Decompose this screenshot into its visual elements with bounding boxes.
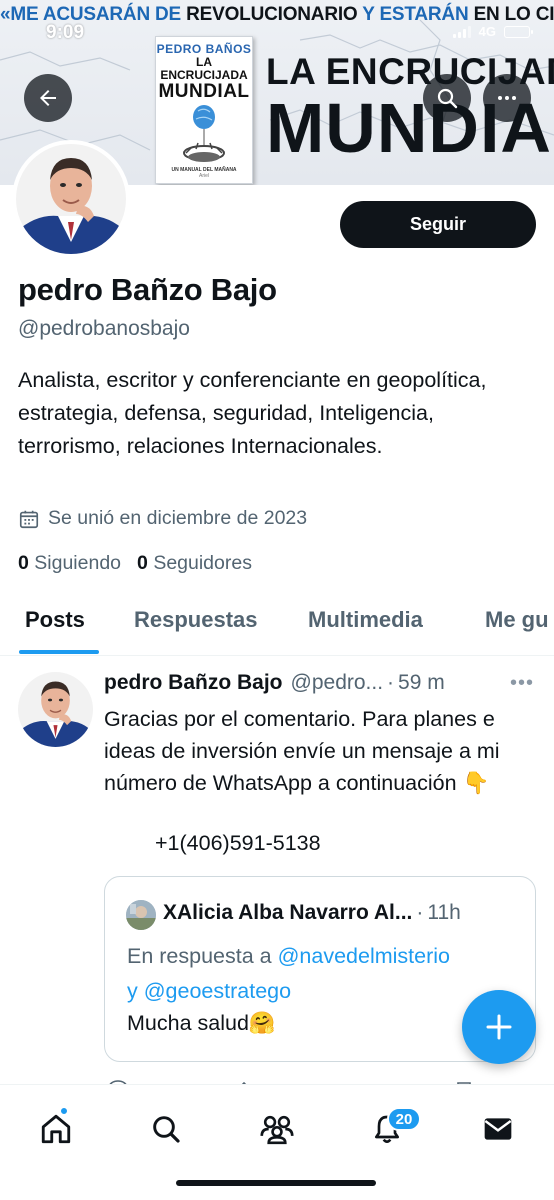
messages-icon (484, 1118, 512, 1140)
tab-posts[interactable]: Posts (25, 607, 85, 633)
home-unread-dot (60, 1107, 68, 1115)
post-separator: · (387, 671, 395, 694)
status-time: 9:09 (46, 22, 85, 43)
quoted-post-text: Mucha salud🤗 (127, 1011, 276, 1035)
quote-text-part: EN LO CIERTO (473, 4, 554, 25)
quoted-post-header: XAlicia Alba Navarro Al... · 11h (163, 901, 461, 925)
join-date: Se unió en diciembre de 2023 (18, 507, 307, 530)
reply-and: y (127, 979, 144, 1003)
quoted-post-avatar (126, 900, 156, 930)
following-link[interactable]: 0 Siguiendo (18, 552, 121, 575)
book-author: PEDRO BAÑOS (156, 42, 252, 56)
back-button[interactable] (24, 74, 72, 122)
home-indicator (176, 1180, 376, 1186)
post-avatar[interactable] (18, 672, 93, 747)
nav-notifications[interactable]: 20 (357, 1099, 421, 1159)
profile-display-name: pedro Bañzo Bajo (18, 272, 277, 307)
book-publisher: Ariel (198, 173, 209, 179)
post-text: Gracias por el comentario. Para planes e… (104, 707, 500, 795)
nav-home[interactable] (26, 1099, 86, 1159)
following-label: Siguiendo (34, 552, 122, 574)
post-timestamp[interactable]: 59 m (398, 671, 445, 695)
mention-link[interactable]: @geoestratego (144, 979, 291, 1003)
post-more-button[interactable]: ••• (510, 672, 534, 695)
book-cover: PEDRO BAÑOS LA ENCRUCIJADA MUNDIAL UN MA… (155, 36, 253, 184)
signal-icon (452, 25, 471, 38)
quote-text-part: REVOLUCIONARIO (186, 4, 358, 25)
quoted-reply-context: En respuesta a @navedelmisterio y @geoes… (127, 939, 527, 1009)
calendar-icon (19, 510, 39, 528)
active-tab-indicator (19, 650, 99, 654)
tab-likes[interactable]: Me gu (485, 607, 549, 633)
tab-media[interactable]: Multimedia (308, 607, 423, 633)
tab-replies[interactable]: Respuestas (134, 607, 258, 633)
book-title-line2: MUNDIAL (158, 81, 250, 102)
quote-text-part: Y ESTARÁN (357, 4, 474, 25)
quoted-timestamp: 11h (427, 901, 461, 924)
status-indicators: 4G (452, 24, 533, 39)
globe-balloon-art (183, 105, 225, 162)
profile-bio: Analista, escritor y conferenciante en g… (18, 368, 487, 458)
compose-post-button[interactable] (462, 990, 536, 1064)
nav-messages[interactable] (468, 1099, 528, 1159)
arrow-left-icon (40, 90, 56, 106)
avatar-image (16, 144, 126, 254)
following-count: 0 (18, 552, 29, 574)
plus-icon (486, 1014, 512, 1040)
post-author-name[interactable]: pedro Bañzo Bajo (104, 671, 283, 695)
avatar-image (18, 672, 93, 747)
nav-search[interactable] (136, 1099, 196, 1159)
followers-label: Seguidores (153, 552, 252, 574)
search-button[interactable] (423, 74, 471, 122)
battery-icon (504, 25, 533, 38)
nav-communities[interactable] (247, 1099, 307, 1159)
communities-icon (260, 1115, 294, 1145)
followers-link[interactable]: 0 Seguidores (137, 552, 252, 575)
quote-text-part: «ME ACUSARÁN DE (0, 4, 187, 25)
profile-tabs: Posts Respuestas Multimedia Me gu (0, 594, 554, 656)
network-label: 4G (478, 24, 496, 39)
avatar-image (126, 900, 156, 930)
reply-prefix: En respuesta a (127, 944, 278, 968)
quoted-separator: · (416, 901, 424, 924)
book-title-line1: LA ENCRUCIJADA (160, 55, 248, 82)
more-horizontal-icon (498, 96, 516, 100)
post-phone-number: +1(406)591-5138 (155, 831, 321, 855)
home-icon (41, 1114, 71, 1144)
quoted-author-name: XAlicia Alba Navarro Al... (163, 901, 413, 924)
profile-handle: @pedrobanosbajo (18, 317, 190, 340)
follow-button[interactable]: Seguir (340, 201, 536, 248)
mention-link[interactable]: @navedelmisterio (278, 944, 450, 968)
more-options-button[interactable] (483, 74, 531, 122)
notifications-badge: 20 (387, 1107, 421, 1131)
follow-stats: 0 Siguiendo 0 Seguidores (18, 552, 252, 575)
join-date-text: Se unió en diciembre de 2023 (48, 507, 308, 529)
post-header: pedro Bañzo Bajo @pedro... · 59 m (104, 671, 534, 695)
profile-avatar[interactable] (12, 140, 130, 258)
search-icon (437, 88, 458, 109)
followers-count: 0 (137, 552, 148, 574)
search-icon (153, 1116, 180, 1143)
post-author-handle[interactable]: @pedro... (291, 671, 384, 695)
